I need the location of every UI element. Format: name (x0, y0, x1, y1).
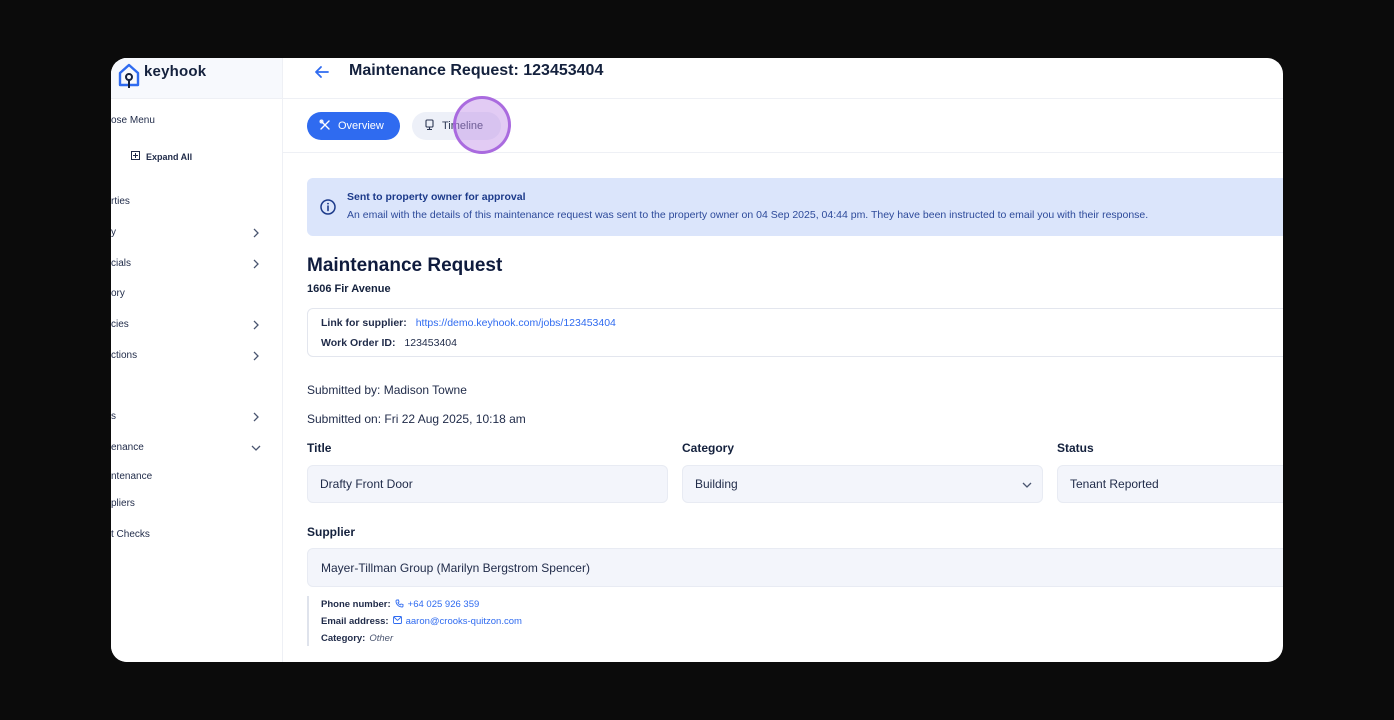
sidebar-item-properties[interactable]: rties (111, 196, 130, 207)
supplier-category-label: Category: (321, 633, 366, 644)
alert-body: An email with the details of this mainte… (347, 209, 1149, 221)
email-label: Email address: (321, 616, 389, 627)
chevron-right-icon (253, 351, 259, 361)
title-input[interactable]: Drafty Front Door (307, 465, 668, 503)
sidebar-item-inspections[interactable]: ctions (111, 350, 137, 361)
tab-bar: Overview Timeline (283, 99, 1283, 153)
supplier-category-value: Other (369, 633, 394, 644)
phone-link[interactable]: +64 025 926 359 (408, 599, 480, 610)
page-title: Maintenance Request: 123453404 (349, 62, 604, 79)
chevron-down-icon (251, 445, 261, 451)
phone-row: Phone number: +64 025 926 359 (321, 596, 522, 613)
keyhook-logo-icon (115, 60, 143, 95)
sidebar-item-financials[interactable]: cials (111, 258, 131, 269)
tools-icon (319, 119, 331, 134)
collapse-menu-button[interactable]: ose Menu (111, 115, 155, 126)
request-heading: Maintenance Request (307, 255, 503, 276)
expand-all-label: Expand All (146, 151, 193, 162)
supplier-link-row: Link for supplier: https://demo.keyhook.… (321, 317, 616, 329)
expand-all-button[interactable]: Expand All (131, 151, 192, 162)
timeline-icon (424, 118, 435, 134)
supplier-link[interactable]: https://demo.keyhook.com/jobs/123453404 (416, 317, 616, 329)
sidebar-item-6[interactable]: s (111, 411, 116, 422)
chevron-down-icon (1022, 482, 1032, 488)
supplier-details: Phone number: +64 025 926 359 Email addr… (307, 596, 522, 646)
submitted-by: Submitted by: Madison Towne (307, 383, 467, 397)
email-row: Email address: aaron@crooks-quitzon.com (321, 613, 522, 630)
category-label: Category (682, 441, 735, 455)
sidebar-item-1[interactable]: y (111, 227, 116, 238)
chevron-right-icon (253, 228, 259, 238)
tab-overview-label: Overview (338, 120, 384, 132)
app-window: keyhook ose Menu Expand All rties y cial… (111, 58, 1283, 662)
status-field[interactable]: Tenant Reported (1057, 465, 1283, 503)
phone-label: Phone number: (321, 599, 391, 610)
main-content: Maintenance Request: 123453404 Overview … (283, 58, 1283, 662)
chevron-right-icon (253, 320, 259, 330)
tab-overview[interactable]: Overview (307, 112, 400, 140)
approval-alert: Sent to property owner for approval An e… (307, 178, 1283, 236)
page-header: Maintenance Request: 123453404 (283, 58, 1283, 99)
alert-title: Sent to property owner for approval (347, 191, 526, 203)
info-icon (320, 199, 336, 220)
supplier-link-label: Link for supplier: (321, 317, 407, 329)
work-order-label: Work Order ID: (321, 337, 396, 349)
category-select[interactable]: Building (682, 465, 1043, 503)
chevron-right-icon (253, 259, 259, 269)
click-indicator (453, 96, 511, 154)
category-value: Building (695, 477, 738, 491)
brand-name: keyhook (144, 63, 207, 80)
sidebar-subitem-suppliers[interactable]: pliers (111, 498, 135, 509)
supplier-field[interactable]: Mayer-Tillman Group (Marilyn Bergstrom S… (307, 548, 1283, 587)
sidebar-subitem-maintenance[interactable]: ntenance (111, 471, 152, 482)
phone-icon (395, 599, 404, 611)
back-arrow-icon[interactable] (313, 63, 331, 81)
category-row: Category: Other (321, 630, 522, 647)
title-label: Title (307, 441, 332, 455)
sidebar-item-checks[interactable]: t Checks (111, 529, 150, 540)
sidebar-item-history[interactable]: ory (111, 288, 125, 299)
sidebar-item-tenancies[interactable]: cies (111, 319, 129, 330)
brand-header: keyhook (111, 58, 282, 99)
mail-icon (392, 616, 402, 627)
email-link[interactable]: aaron@crooks-quitzon.com (406, 616, 522, 627)
work-order-row: Work Order ID: 123453404 (321, 337, 457, 349)
sidebar: keyhook ose Menu Expand All rties y cial… (111, 58, 283, 662)
supplier-link-box: Link for supplier: https://demo.keyhook.… (307, 308, 1283, 357)
expand-icon (131, 151, 140, 162)
property-address: 1606 Fir Avenue (307, 283, 391, 295)
status-label: Status (1057, 441, 1094, 455)
work-order-id: 123453404 (404, 337, 457, 349)
submitted-on: Submitted on: Fri 22 Aug 2025, 10:18 am (307, 412, 526, 426)
supplier-label: Supplier (307, 525, 356, 539)
sidebar-item-maintenance[interactable]: enance (111, 442, 144, 453)
chevron-right-icon (253, 412, 259, 422)
